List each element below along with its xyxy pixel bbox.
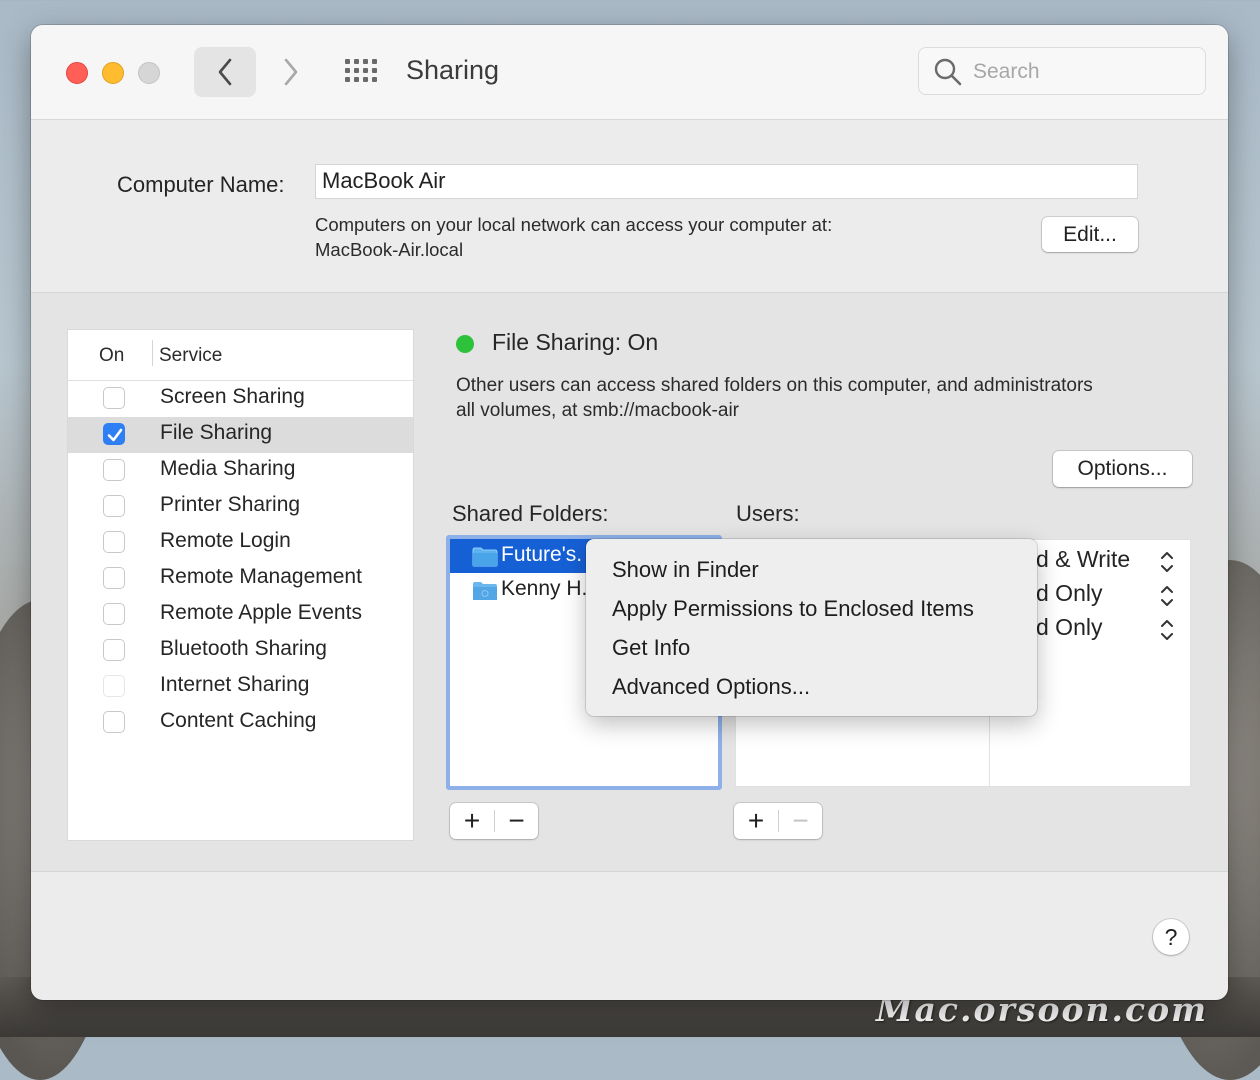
- menu-item-get-info[interactable]: Get Info: [612, 635, 690, 661]
- service-label: Media Sharing: [160, 457, 296, 480]
- shared-folders-plus-minus: + −: [450, 803, 538, 839]
- service-label: Remote Login: [160, 529, 291, 552]
- service-checkbox[interactable]: [103, 387, 125, 409]
- computer-name-field[interactable]: MacBook Air: [315, 164, 1138, 199]
- computer-address-description: Computers on your local network can acce…: [315, 212, 832, 262]
- chevron-right-icon: [284, 58, 298, 86]
- menu-item-advanced-options[interactable]: Advanced Options...: [612, 674, 810, 700]
- service-checkbox[interactable]: [103, 459, 125, 481]
- address-desc-line2: MacBook-Air.local: [315, 239, 464, 260]
- status-title: File Sharing: On: [492, 329, 659, 355]
- service-checkbox[interactable]: [103, 423, 125, 445]
- service-row[interactable]: Bluetooth Sharing: [68, 633, 413, 669]
- options-button[interactable]: Options...: [1053, 451, 1192, 487]
- titlebar: Sharing Search: [31, 25, 1228, 120]
- service-row[interactable]: Printer Sharing: [68, 489, 413, 525]
- users-label: Users:: [736, 501, 800, 526]
- add-user-button[interactable]: +: [734, 803, 778, 839]
- forward-button[interactable]: [271, 47, 311, 97]
- computer-name-label: Computer Name:: [117, 172, 285, 197]
- column-divider: [152, 340, 153, 366]
- menu-item-apply-permissions[interactable]: Apply Permissions to Enclosed Items: [612, 596, 974, 622]
- service-table[interactable]: On Service Screen Sharing File Sharing Med…: [67, 329, 414, 841]
- service-label: Internet Sharing: [160, 673, 310, 696]
- permission-value[interactable]: d & Write: [1036, 546, 1130, 573]
- column-header-service[interactable]: Service: [159, 345, 222, 367]
- up-down-chevron-icon[interactable]: [1160, 549, 1174, 575]
- search-icon: [934, 58, 962, 86]
- edit-button[interactable]: Edit...: [1042, 217, 1138, 252]
- permission-value[interactable]: d Only: [1036, 580, 1102, 607]
- remove-folder-button[interactable]: −: [495, 803, 538, 839]
- service-label: Screen Sharing: [160, 385, 305, 408]
- users-plus-minus: + −: [734, 803, 822, 839]
- folder-icon: [473, 582, 497, 600]
- service-row[interactable]: Remote Login: [68, 525, 413, 561]
- up-down-chevron-icon[interactable]: [1160, 617, 1174, 643]
- search-field[interactable]: Search: [918, 47, 1206, 95]
- service-row[interactable]: Internet Sharing: [68, 669, 413, 705]
- service-row[interactable]: File Sharing: [68, 417, 413, 453]
- service-label: Content Caching: [160, 709, 317, 732]
- shared-folder-label: Kenny H.: [501, 577, 588, 600]
- address-desc-line1: Computers on your local network can acce…: [315, 214, 833, 235]
- help-button[interactable]: ?: [1153, 919, 1189, 955]
- status-indicator: [456, 335, 474, 353]
- service-row[interactable]: Remote Management: [68, 561, 413, 597]
- service-label: Bluetooth Sharing: [160, 637, 327, 660]
- minimize-button[interactable]: [102, 62, 124, 84]
- service-checkbox[interactable]: [103, 639, 125, 661]
- sharing-window: Sharing Search Computer Name: MacBook Ai…: [31, 25, 1228, 1000]
- search-placeholder: Search: [973, 60, 1040, 83]
- chevron-left-icon: [218, 58, 232, 86]
- folder-icon: [472, 547, 498, 567]
- service-checkbox[interactable]: [103, 567, 125, 589]
- status-description: Other users can access shared folders on…: [456, 373, 1093, 423]
- menu-item-show-in-finder[interactable]: Show in Finder: [612, 557, 759, 583]
- service-row[interactable]: Media Sharing: [68, 453, 413, 489]
- status-desc-line1: Other users can access shared folders on…: [456, 375, 1093, 396]
- service-row[interactable]: Remote Apple Events: [68, 597, 413, 633]
- service-checkbox[interactable]: [103, 495, 125, 517]
- remove-user-button[interactable]: −: [779, 803, 822, 839]
- permission-value[interactable]: d Only: [1036, 614, 1102, 641]
- status-desc-line2: all volumes, at smb://macbook-air: [456, 400, 739, 421]
- service-label: Remote Management: [160, 565, 362, 588]
- service-row[interactable]: Screen Sharing: [68, 381, 413, 417]
- service-list: Screen Sharing File Sharing Media Sharing P…: [68, 381, 413, 741]
- service-table-header: On Service: [68, 330, 413, 381]
- up-down-chevron-icon[interactable]: [1160, 583, 1174, 609]
- context-menu: Show in Finder Apply Permissions to Encl…: [586, 539, 1037, 716]
- checkmark-icon: [107, 428, 123, 442]
- shared-folder-label: Future's.: [501, 543, 583, 566]
- service-label: Remote Apple Events: [160, 601, 362, 624]
- column-header-on[interactable]: On: [99, 345, 124, 367]
- service-row[interactable]: Content Caching: [68, 705, 413, 741]
- service-checkbox[interactable]: [103, 711, 125, 733]
- service-checkbox[interactable]: [103, 675, 125, 697]
- shared-folders-label: Shared Folders:: [452, 501, 609, 526]
- back-button[interactable]: [194, 47, 256, 97]
- add-folder-button[interactable]: +: [450, 803, 494, 839]
- computer-name-section: Computer Name: MacBook Air Computers on …: [31, 120, 1228, 292]
- show-all-grid-icon[interactable]: [343, 57, 379, 87]
- service-label: Printer Sharing: [160, 493, 301, 516]
- service-checkbox[interactable]: [103, 531, 125, 553]
- window-title: Sharing: [406, 55, 500, 85]
- close-button[interactable]: [66, 62, 88, 84]
- service-label: File Sharing: [160, 421, 273, 444]
- zoom-button[interactable]: [138, 62, 160, 84]
- service-checkbox[interactable]: [103, 603, 125, 625]
